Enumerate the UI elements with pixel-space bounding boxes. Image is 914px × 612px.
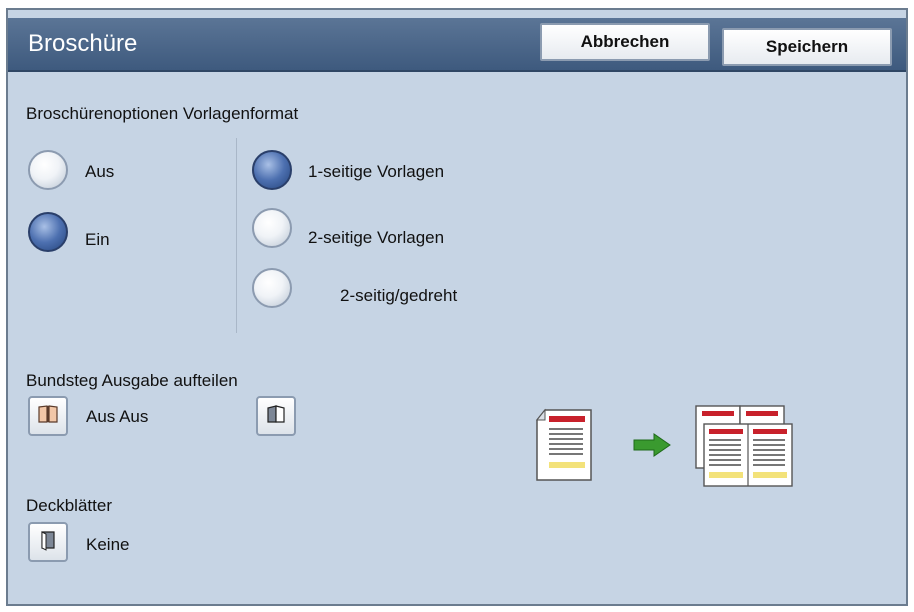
covers-heading: Deckblätter xyxy=(26,496,112,515)
booklet-output-illustration xyxy=(694,404,794,493)
format-1-sided-radio[interactable] xyxy=(252,150,292,190)
book-icon xyxy=(265,403,287,430)
dialog-title: Broschüre xyxy=(28,30,138,57)
save-button[interactable]: Speichern xyxy=(722,28,892,66)
split-output-button[interactable] xyxy=(28,396,68,436)
covers-value: Keine xyxy=(86,535,130,554)
dialog-panel xyxy=(6,8,908,606)
split-output-heading: Bundsteg Ausgabe aufteilen xyxy=(26,371,238,390)
cancel-button[interactable]: Abbrechen xyxy=(540,23,710,61)
covers-button[interactable] xyxy=(28,522,68,562)
format-2-sided-rotated-label: 2-seitig/gedreht xyxy=(340,286,458,305)
section-heading: Broschürenoptionen Vorlagenformat xyxy=(26,104,299,123)
format-2-sided-radio[interactable] xyxy=(252,208,292,248)
booklet-off-radio[interactable] xyxy=(28,150,68,190)
split-output-value: Aus Aus xyxy=(86,407,149,426)
booklet-on-label: Ein xyxy=(85,230,110,249)
arrow-right-icon xyxy=(632,432,672,463)
cover-book-icon xyxy=(37,529,59,556)
title-bar: Broschüre Abbrechen Speichern xyxy=(8,18,906,72)
format-1-sided-label: 1-seitige Vorlagen xyxy=(308,162,445,181)
format-2-sided-rotated-radio[interactable] xyxy=(252,268,292,308)
book-layout-button[interactable] xyxy=(256,396,296,436)
format-2-sided-label: 2-seitige Vorlagen xyxy=(308,228,445,247)
booklet-off-label: Aus xyxy=(85,162,115,181)
booklet-on-radio[interactable] xyxy=(28,212,68,252)
divider xyxy=(236,138,237,333)
open-book-icon xyxy=(37,403,59,430)
single-document-illustration xyxy=(535,408,593,487)
